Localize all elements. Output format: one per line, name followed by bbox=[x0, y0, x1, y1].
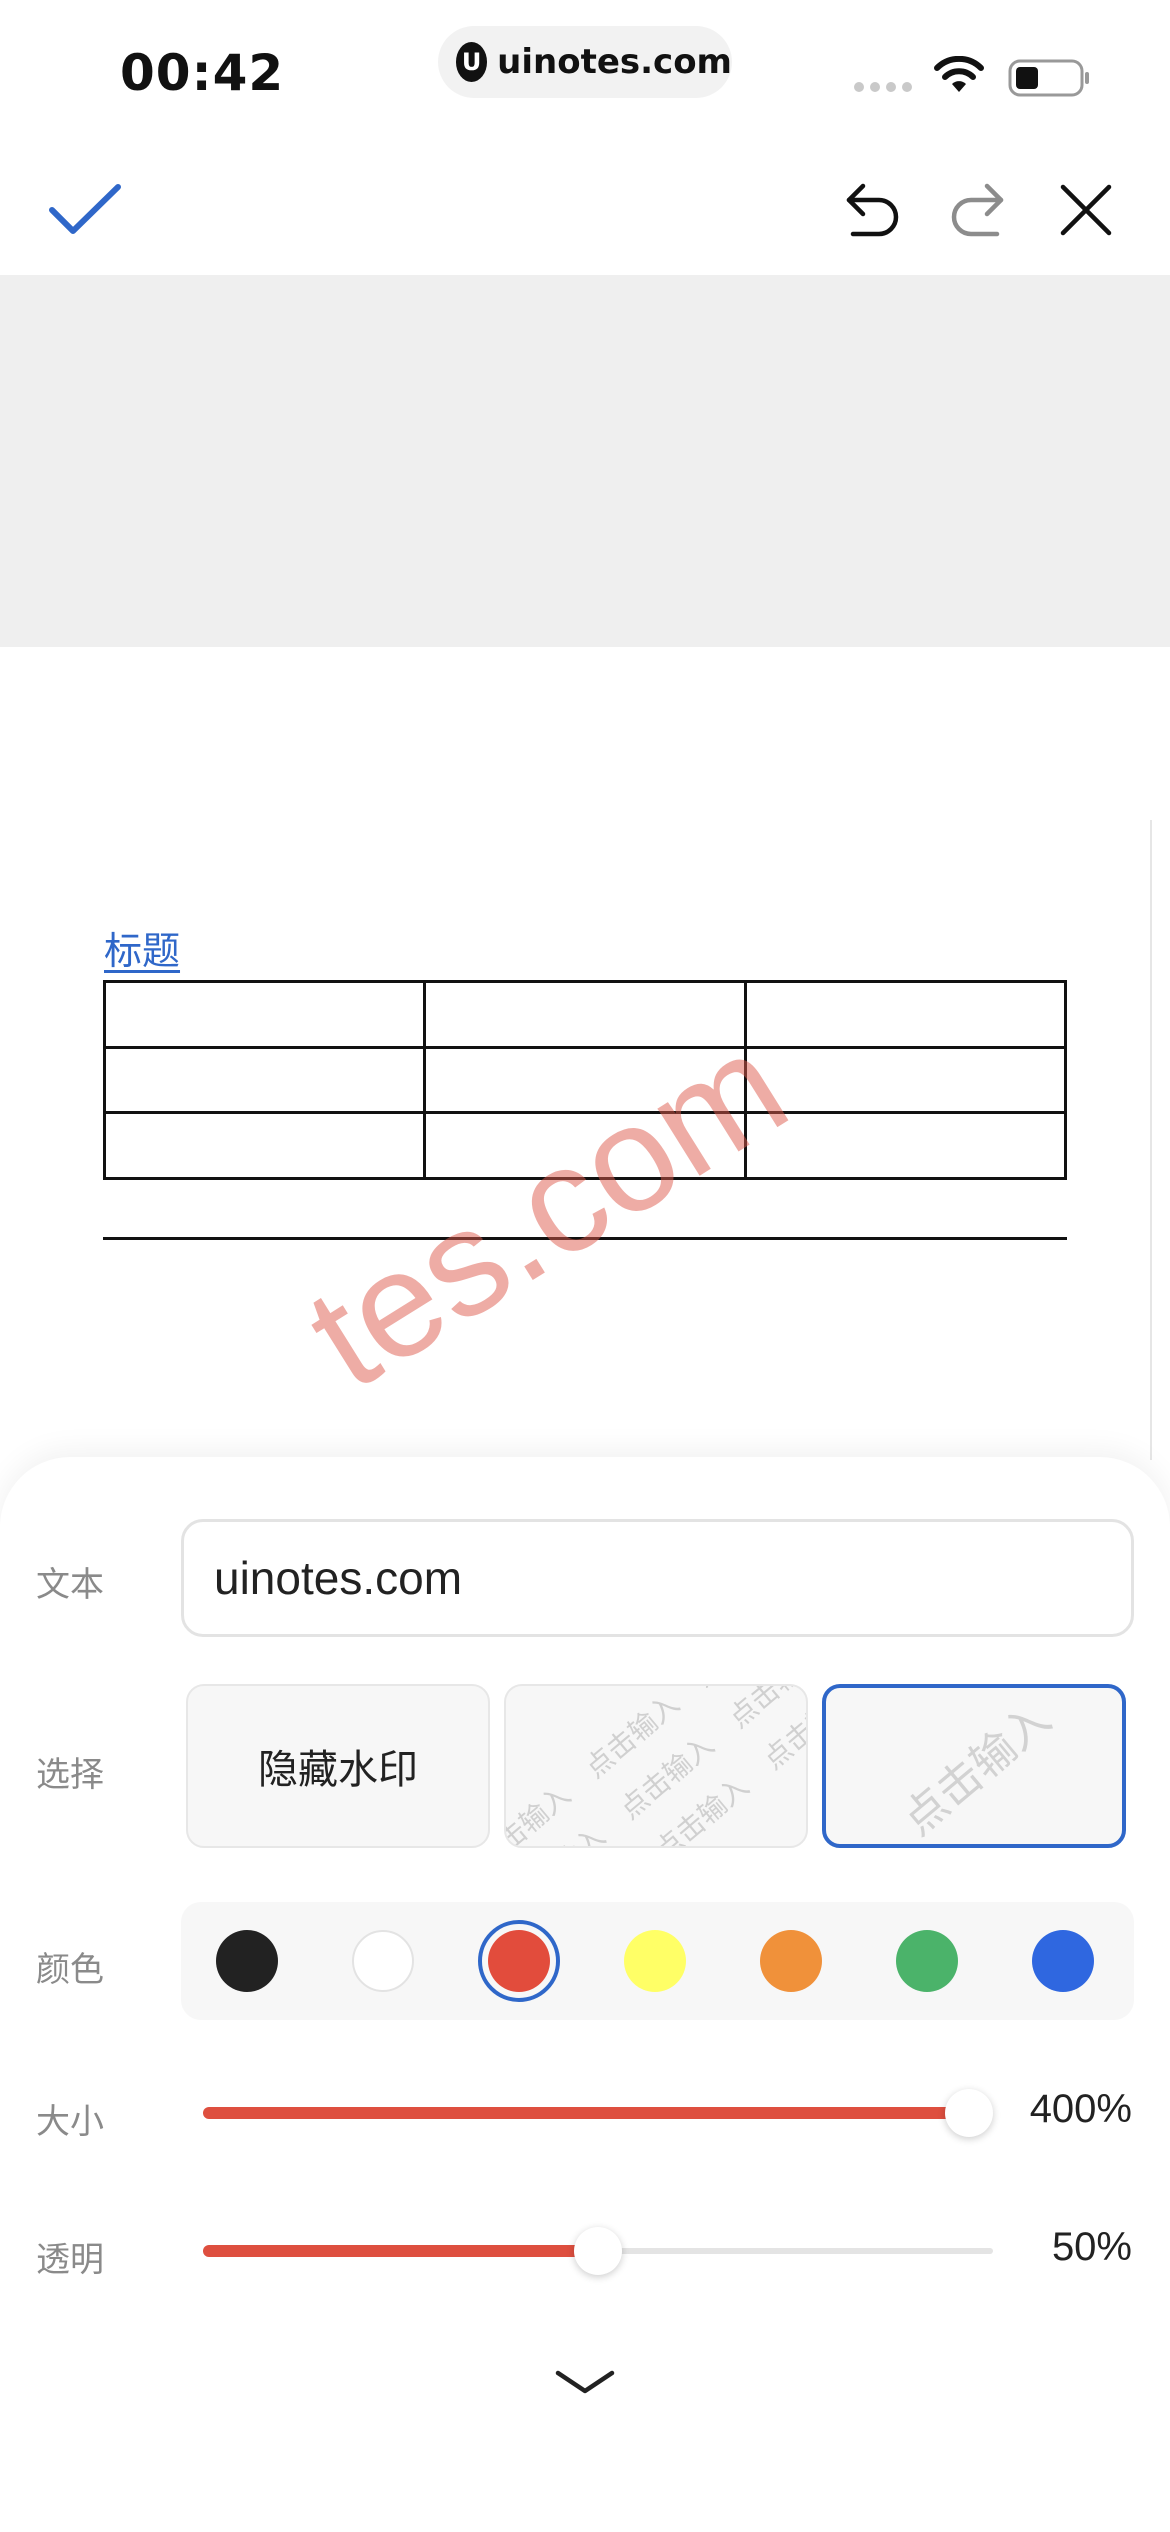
url-pill[interactable]: U uinotes.com bbox=[438, 26, 732, 98]
color-swatch[interactable] bbox=[216, 1930, 278, 1992]
size-value: 400% bbox=[1029, 2087, 1132, 2131]
chevron-down-icon bbox=[555, 2370, 615, 2394]
document-scrollbar[interactable] bbox=[1150, 820, 1152, 1460]
redo-button[interactable] bbox=[938, 170, 1018, 250]
color-picker bbox=[181, 1902, 1134, 2020]
color-swatch[interactable] bbox=[896, 1930, 958, 1992]
opacity-slider-fill bbox=[203, 2245, 598, 2257]
single-watermark-preview: 点击输入 bbox=[893, 1693, 1061, 1846]
table-row bbox=[102, 980, 1068, 1049]
confirm-button[interactable] bbox=[40, 170, 130, 250]
status-time: 00:42 bbox=[120, 44, 285, 102]
opacity-slider[interactable] bbox=[203, 2227, 993, 2275]
site-logo-icon: U bbox=[456, 42, 488, 82]
collapse-sheet-button[interactable] bbox=[545, 2352, 625, 2412]
document-gutter bbox=[0, 275, 1170, 647]
color-label: 颜色 bbox=[36, 1950, 104, 1990]
redo-icon bbox=[951, 183, 1004, 237]
color-swatch[interactable] bbox=[624, 1930, 686, 1992]
opacity-label: 透明 bbox=[36, 2240, 104, 2280]
close-button[interactable] bbox=[1046, 170, 1126, 250]
opacity-slider-thumb[interactable] bbox=[574, 2227, 622, 2275]
table-cell[interactable] bbox=[102, 980, 427, 1049]
undo-button[interactable] bbox=[832, 170, 912, 250]
option-hide-label: 隐藏水印 bbox=[258, 1747, 418, 1793]
size-label: 大小 bbox=[36, 2102, 104, 2142]
watermark-text-input[interactable] bbox=[181, 1519, 1134, 1637]
option-hide-watermark[interactable]: 隐藏水印 bbox=[186, 1684, 490, 1848]
table-cell[interactable] bbox=[743, 980, 1068, 1049]
option-tiled-watermark[interactable]: 点击输入 点击输入 点击输入 点击输入 点击输入 点击输入 点击输入 点击输入 … bbox=[504, 1684, 808, 1848]
table-cell[interactable] bbox=[102, 1111, 427, 1180]
close-icon bbox=[1060, 184, 1112, 236]
status-bar: 00:42 U uinotes.com bbox=[0, 0, 1170, 140]
color-swatch[interactable] bbox=[352, 1930, 414, 1992]
select-label: 选择 bbox=[36, 1755, 104, 1795]
cellular-signal-icon bbox=[854, 82, 912, 92]
editor-toolbar bbox=[0, 140, 1170, 275]
wifi-icon bbox=[934, 56, 984, 92]
undo-icon bbox=[846, 183, 899, 237]
size-slider-fill bbox=[203, 2107, 969, 2119]
check-icon bbox=[49, 184, 121, 234]
site-logo-letter: U bbox=[461, 48, 482, 76]
opacity-value: 50% bbox=[1051, 2225, 1132, 2269]
size-slider-thumb[interactable] bbox=[945, 2089, 993, 2137]
color-swatch[interactable] bbox=[760, 1930, 822, 1992]
color-swatch[interactable] bbox=[478, 1920, 560, 2002]
watermark-settings-sheet: 文本 选择 隐藏水印 点击输入 点击输入 点击输入 点击输入 点击输入 点击输入… bbox=[0, 1457, 1170, 2532]
url-text: uinotes.com bbox=[497, 42, 732, 82]
table-cell[interactable] bbox=[102, 1045, 427, 1115]
table-cell[interactable] bbox=[743, 1045, 1068, 1115]
document-title[interactable]: 标题 bbox=[104, 920, 180, 975]
battery-icon bbox=[1008, 59, 1089, 97]
color-swatch[interactable] bbox=[1032, 1930, 1094, 1992]
text-label: 文本 bbox=[36, 1565, 104, 1605]
option-single-watermark[interactable]: 点击输入 bbox=[822, 1684, 1126, 1848]
size-slider[interactable] bbox=[203, 2089, 993, 2137]
tiled-watermark-preview: 点击输入 点击输入 点击输入 点击输入 点击输入 点击输入 点击输入 点击输入 … bbox=[506, 1686, 806, 1846]
